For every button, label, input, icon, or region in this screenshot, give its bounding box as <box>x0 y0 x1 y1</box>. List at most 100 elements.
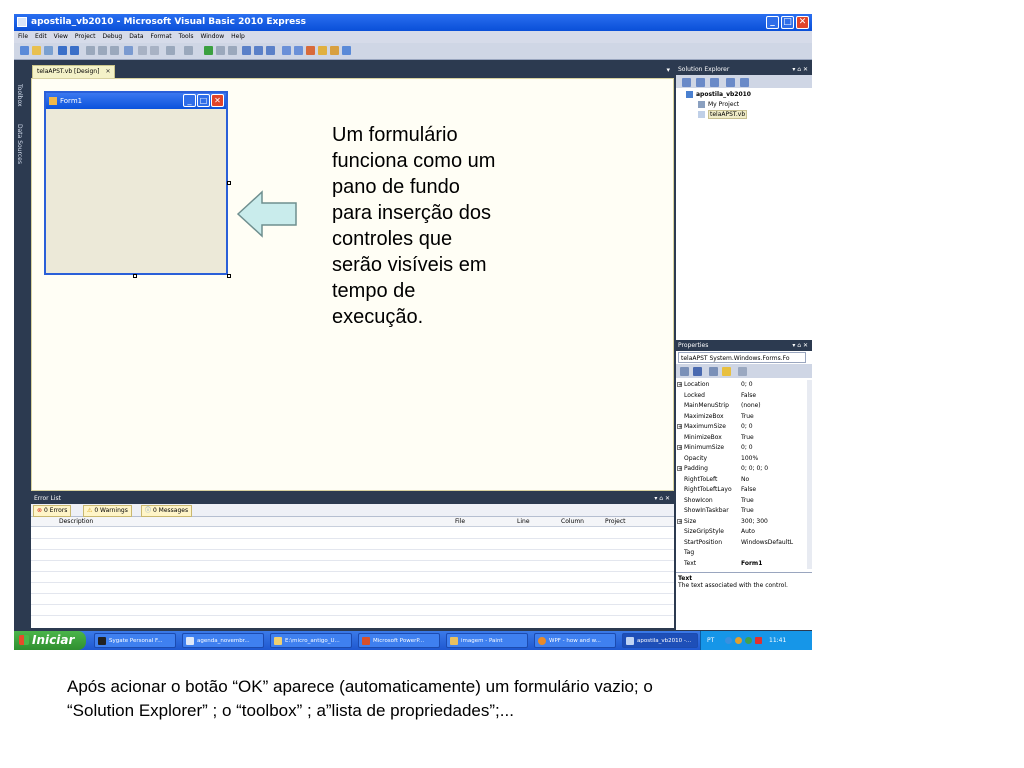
property-row[interactable]: ShowIcon True <box>676 496 806 507</box>
view-code-icon[interactable] <box>726 78 735 87</box>
show-all-files-icon[interactable] <box>696 78 705 87</box>
property-row[interactable]: Opacity 100% <box>676 454 806 465</box>
break-all-icon[interactable] <box>216 46 225 55</box>
step-over-icon[interactable] <box>254 46 263 55</box>
taskbar-item-agenda[interactable]: agenda_novembr... <box>182 633 264 648</box>
taskbar-item-visual-basic[interactable]: apostila_vb2010 -... <box>622 633 698 648</box>
toolbox-tab[interactable]: Toolbox <box>16 84 23 107</box>
alert-icon[interactable] <box>755 637 762 644</box>
property-value[interactable]: No <box>741 475 801 486</box>
expand-icon[interactable]: + <box>677 445 682 451</box>
property-value[interactable]: WindowsDefaultL <box>741 538 801 549</box>
add-item-icon[interactable] <box>44 46 53 55</box>
property-value[interactable]: False <box>741 391 801 402</box>
property-row[interactable]: Tag <box>676 548 806 559</box>
property-row[interactable]: MaximizeBox True <box>676 412 806 423</box>
menu-view[interactable]: View <box>54 31 68 43</box>
extension-manager-icon[interactable] <box>342 46 351 55</box>
menu-edit[interactable]: Edit <box>35 31 47 43</box>
col-description[interactable]: Description <box>59 517 93 526</box>
property-value[interactable]: (none) <box>741 401 801 412</box>
property-value[interactable]: True <box>741 506 801 517</box>
undo-icon[interactable] <box>166 46 175 55</box>
property-row[interactable]: Locked False <box>676 391 806 402</box>
taskbar-item-folder[interactable]: E:\micro_antigo_U... <box>270 633 352 648</box>
property-value[interactable]: False <box>741 485 801 496</box>
resize-handle-right[interactable] <box>227 181 231 185</box>
warnings-filter[interactable]: ⚠ 0 Warnings <box>83 505 132 517</box>
resize-handle-corner[interactable] <box>227 274 231 278</box>
start-debugging-icon[interactable] <box>204 46 213 55</box>
data-sources-tab[interactable]: Data Sources <box>16 124 23 164</box>
step-out-icon[interactable] <box>266 46 275 55</box>
menu-project[interactable]: Project <box>75 31 96 43</box>
col-project[interactable]: Project <box>605 517 626 526</box>
property-row[interactable]: RightToLeftLayo False <box>676 485 806 496</box>
taskbar-item-sygate[interactable]: Sygate Personal F... <box>94 633 176 648</box>
network-icon[interactable] <box>725 637 732 644</box>
close-button[interactable]: ✕ <box>796 16 809 29</box>
alphabetical-icon[interactable] <box>693 367 702 376</box>
property-value[interactable]: 100% <box>741 454 801 465</box>
expand-icon[interactable]: + <box>677 424 682 430</box>
menu-debug[interactable]: Debug <box>102 31 122 43</box>
property-row[interactable]: + Location 0; 0 <box>676 380 806 391</box>
properties-view-icon[interactable] <box>709 367 718 376</box>
pane-pin-controls[interactable]: ▾ ⌂ ✕ <box>792 340 808 351</box>
tab-design[interactable]: telaAPST.vb [Design] ✕ <box>32 65 116 78</box>
property-row[interactable]: + Padding 0; 0; 0; 0 <box>676 464 806 475</box>
property-value[interactable]: True <box>741 496 801 507</box>
minimize-button[interactable]: _ <box>766 16 779 29</box>
redo-icon[interactable] <box>184 46 193 55</box>
tree-item-project[interactable]: apostila_vb2010 <box>680 90 751 100</box>
property-pages-icon[interactable] <box>738 367 747 376</box>
view-designer-icon[interactable] <box>740 78 749 87</box>
solution-explorer-icon[interactable] <box>282 46 291 55</box>
expand-icon[interactable]: + <box>677 382 682 388</box>
categorized-icon[interactable] <box>680 367 689 376</box>
property-value[interactable]: True <box>741 433 801 444</box>
property-row[interactable]: SizeGripStyle Auto <box>676 527 806 538</box>
copy-icon[interactable] <box>98 46 107 55</box>
menu-format[interactable]: Format <box>151 31 172 43</box>
col-column[interactable]: Column <box>561 517 584 526</box>
property-row[interactable]: RightToLeft No <box>676 475 806 486</box>
object-selector[interactable]: telaAPST System.Windows.Forms.Fo <box>678 352 806 363</box>
property-value[interactable]: 0; 0 <box>741 380 801 391</box>
property-grid-scrollbar[interactable] <box>807 380 812 569</box>
menu-window[interactable]: Window <box>200 31 224 43</box>
menu-tools[interactable]: Tools <box>179 31 194 43</box>
uncomment-icon[interactable] <box>150 46 159 55</box>
events-icon[interactable] <box>722 367 731 376</box>
save-all-icon[interactable] <box>70 46 79 55</box>
find-icon[interactable] <box>124 46 133 55</box>
properties-window-icon[interactable] <box>294 46 303 55</box>
chevron-down-icon[interactable]: ▾ <box>666 66 670 74</box>
property-row[interactable]: Text Form1 <box>676 559 806 570</box>
save-icon[interactable] <box>58 46 67 55</box>
tree-item-my-project[interactable]: My Project <box>680 100 751 110</box>
col-file[interactable]: File <box>455 517 465 526</box>
start-page-icon[interactable] <box>330 46 339 55</box>
step-into-icon[interactable] <box>242 46 251 55</box>
object-browser-icon[interactable] <box>318 46 327 55</box>
col-line[interactable]: Line <box>517 517 530 526</box>
taskbar-item-powerpoint[interactable]: Microsoft PowerP... <box>358 633 440 648</box>
properties-icon[interactable] <box>682 78 691 87</box>
expand-icon[interactable]: + <box>677 466 682 472</box>
property-row[interactable]: MinimizeBox True <box>676 433 806 444</box>
toolbox-icon[interactable] <box>306 46 315 55</box>
messages-filter[interactable]: ⓘ 0 Messages <box>141 505 193 517</box>
paste-icon[interactable] <box>110 46 119 55</box>
property-row[interactable]: ShowInTaskbar True <box>676 506 806 517</box>
comment-icon[interactable] <box>138 46 147 55</box>
update-icon[interactable] <box>745 637 752 644</box>
open-icon[interactable] <box>32 46 41 55</box>
stop-debugging-icon[interactable] <box>228 46 237 55</box>
property-value[interactable]: 0; 0 <box>741 422 801 433</box>
property-row[interactable]: MainMenuStrip (none) <box>676 401 806 412</box>
refresh-icon[interactable] <box>710 78 719 87</box>
property-value[interactable]: 300; 300 <box>741 517 801 528</box>
cut-icon[interactable] <box>86 46 95 55</box>
property-row[interactable]: + MinimumSize 0; 0 <box>676 443 806 454</box>
